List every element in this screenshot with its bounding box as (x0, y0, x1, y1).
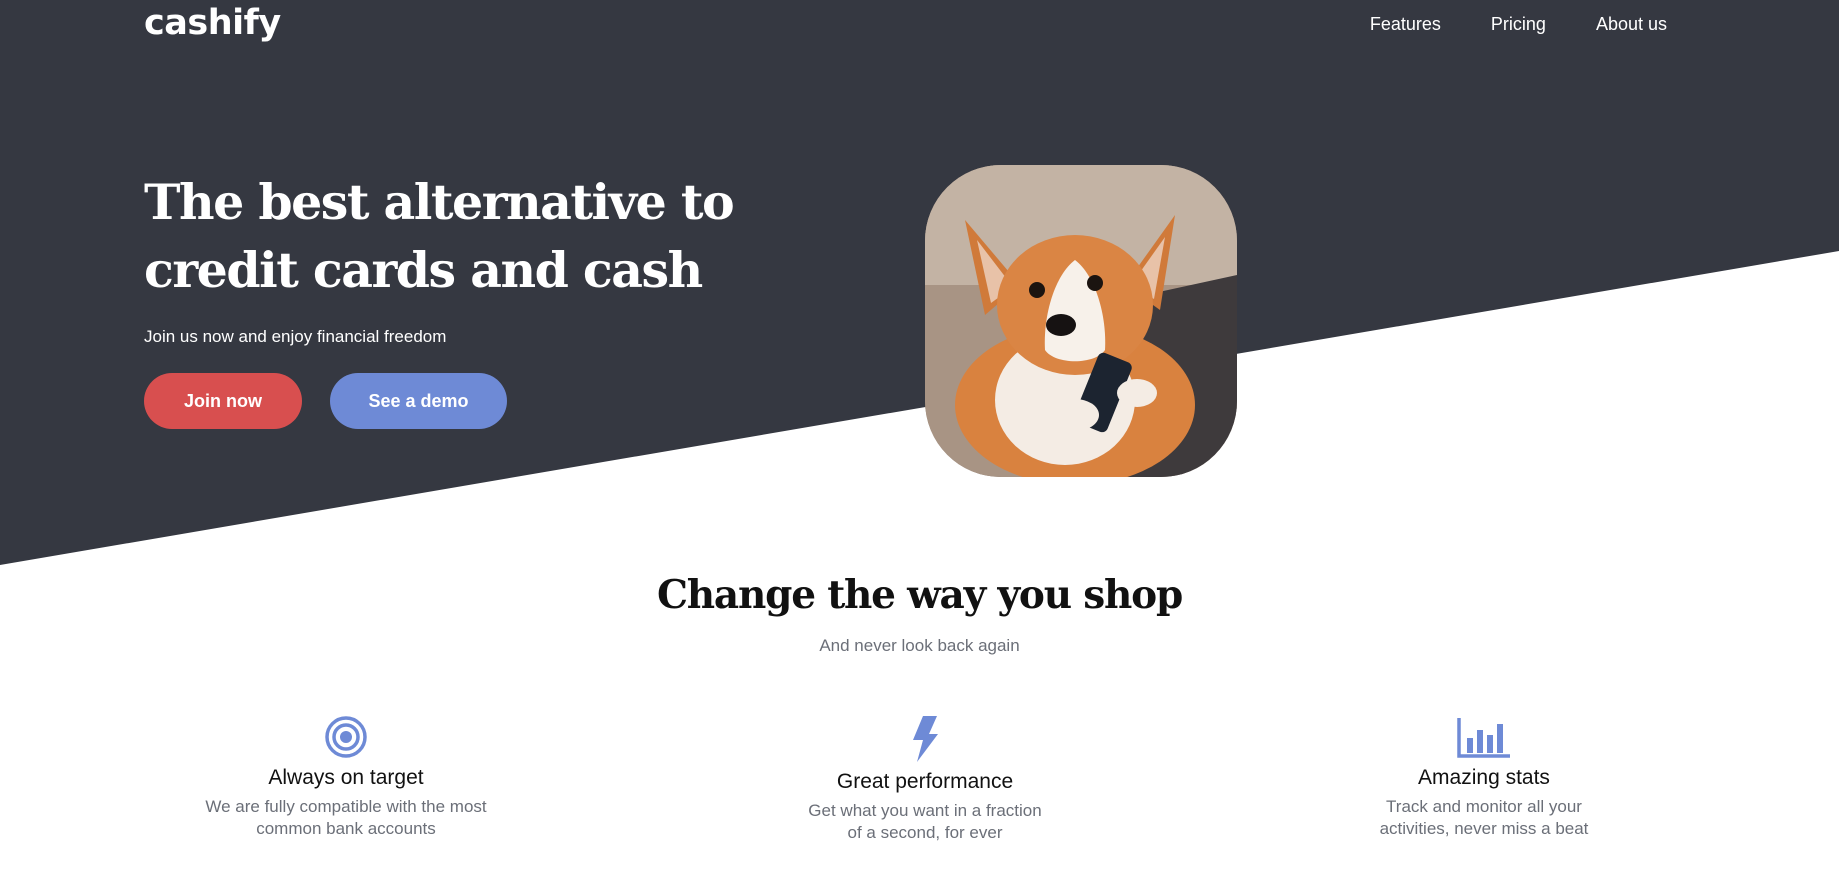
section-subtitle: And never look back again (819, 636, 1020, 655)
feature-amazing-stats: Amazing stats Track and monitor all your… (1334, 716, 1634, 840)
section-title: Change the way you shop (656, 572, 1183, 618)
feature-description: Track and monitor all your activities, n… (1379, 797, 1589, 838)
feature-title: Amazing stats (1418, 766, 1550, 789)
join-now-button[interactable]: Join now (144, 373, 302, 429)
bar-chart-icon (1334, 716, 1634, 758)
nav-about-link[interactable]: About us (1596, 14, 1667, 35)
feature-title: Great performance (836, 770, 1014, 793)
see-demo-button[interactable]: See a demo (330, 373, 507, 429)
nav-pricing-link[interactable]: Pricing (1491, 14, 1546, 35)
nav-features-link[interactable]: Features (1370, 14, 1441, 35)
hero-title: The best alternative to credit cards and… (144, 173, 735, 299)
hero-subtitle: Join us now and enjoy financial freedom (144, 327, 447, 346)
top-nav: Features Pricing About us (1370, 14, 1667, 35)
corgi-with-phone-image (925, 165, 1237, 477)
target-icon (196, 716, 496, 758)
feature-description: Get what you want in a fraction of a sec… (808, 801, 1042, 842)
feature-always-on-target: Always on target We are fully compatible… (196, 716, 496, 840)
landing-page: cashify Features Pricing About us The be… (0, 0, 1839, 878)
feature-description: We are fully compatible with the most co… (205, 797, 487, 838)
brand-logo[interactable]: cashify (144, 3, 281, 43)
lightning-icon (775, 716, 1075, 762)
feature-great-performance: Great performance Get what you want in a… (775, 716, 1075, 844)
feature-title: Always on target (268, 766, 424, 789)
